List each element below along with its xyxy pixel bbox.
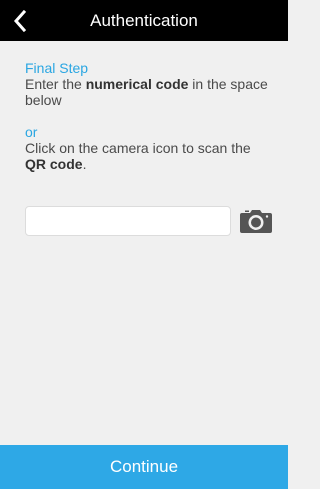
instruction-emphasis: numerical code xyxy=(85,76,189,92)
continue-button[interactable]: Continue xyxy=(0,445,288,489)
camera-icon xyxy=(240,210,272,233)
instruction-emphasis: QR code xyxy=(25,156,83,172)
instructions-block: Final Step Enter the numerical code in t… xyxy=(25,60,275,172)
instruction-text: Click on the camera icon to scan the xyxy=(25,140,251,156)
page-title: Authentication xyxy=(90,11,198,30)
code-input[interactable] xyxy=(25,206,231,236)
back-button[interactable] xyxy=(0,0,40,41)
instruction-text: . xyxy=(82,156,87,172)
camera-button[interactable] xyxy=(238,206,274,236)
chevron-left-icon xyxy=(13,9,27,32)
instruction-text-code: Enter the numerical code in the space be… xyxy=(25,76,275,108)
or-label: or xyxy=(25,124,38,140)
instruction-text: Enter the xyxy=(25,76,86,92)
header-bar: Authentication xyxy=(0,0,288,41)
step-title: Final Step xyxy=(25,60,89,76)
instruction-text-qr: Click on the camera icon to scan the QR … xyxy=(25,140,275,172)
